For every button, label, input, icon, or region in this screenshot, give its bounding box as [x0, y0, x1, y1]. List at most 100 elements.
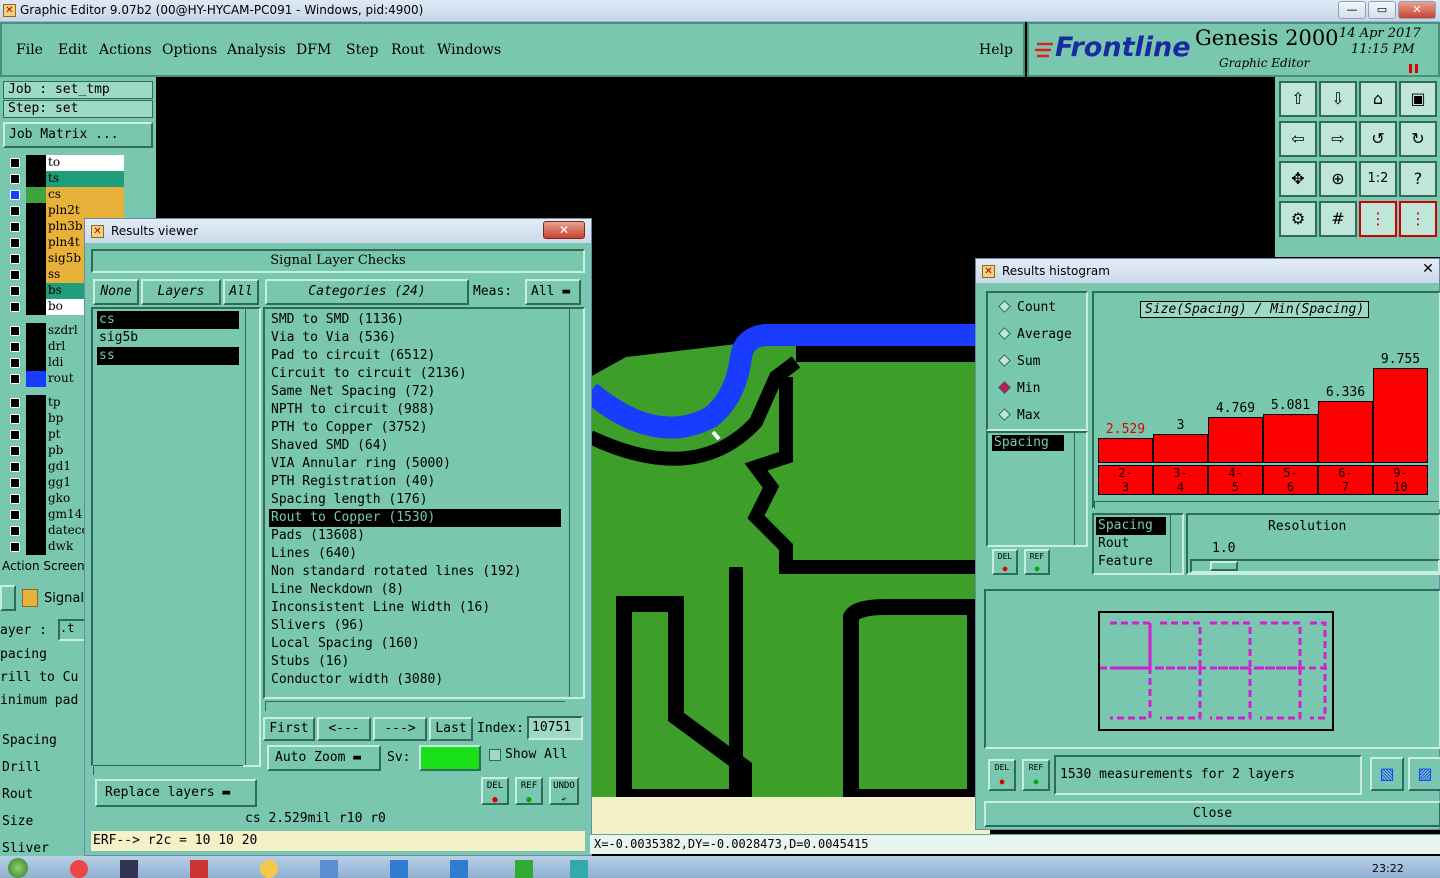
- settings-icon[interactable]: ⚙: [1279, 201, 1317, 237]
- menu-actions[interactable]: Actions: [99, 42, 152, 58]
- measure-listbox[interactable]: Spacing: [986, 431, 1088, 547]
- pan-right-icon[interactable]: ⇨: [1319, 121, 1357, 157]
- app-task-icon[interactable]: [190, 860, 208, 878]
- category-item[interactable]: Pad to circuit (6512): [269, 347, 561, 365]
- layer-color-swatch[interactable]: [26, 459, 46, 475]
- del-button[interactable]: DEL ●: [481, 777, 509, 805]
- layer-checkbox[interactable]: [10, 494, 20, 504]
- action-item-min-pad[interactable]: inimum pad: [0, 693, 78, 708]
- category-item[interactable]: PTH Registration (40): [269, 473, 561, 491]
- check-sliver[interactable]: Sliver: [2, 841, 49, 856]
- histogram-bar[interactable]: [1208, 417, 1263, 463]
- category-item[interactable]: VIA Annular ring (5000): [269, 455, 561, 473]
- layer-color-swatch[interactable]: [26, 171, 46, 187]
- histogram-bar[interactable]: [1153, 434, 1208, 463]
- radio-diamond-icon[interactable]: [998, 354, 1011, 367]
- replace-layers-dropdown[interactable]: Replace layers ▬: [95, 779, 257, 807]
- layer-color-swatch[interactable]: [26, 539, 46, 555]
- layer-color-swatch[interactable]: [26, 507, 46, 523]
- fit-icon[interactable]: ✥: [1279, 161, 1317, 197]
- category-item[interactable]: Circuit to circuit (2136): [269, 365, 561, 383]
- layer-checkbox[interactable]: [10, 374, 20, 384]
- rv-layer-item[interactable]: cs: [97, 311, 239, 329]
- attribute-listbox[interactable]: Spacing Rout Feature: [1092, 513, 1184, 575]
- measure-list-item[interactable]: Spacing: [992, 435, 1064, 451]
- layer-color-swatch[interactable]: [26, 475, 46, 491]
- zoom-down-icon[interactable]: ⇩: [1319, 81, 1357, 117]
- histogram-bin[interactable]: 3- 4: [1153, 465, 1208, 495]
- layer-checkbox[interactable]: [10, 510, 20, 520]
- layers-button[interactable]: Layers: [141, 279, 221, 305]
- check-spacing[interactable]: Spacing: [2, 733, 57, 748]
- category-item[interactable]: Same Net Spacing (72): [269, 383, 561, 401]
- histogram-bin[interactable]: 2- 3: [1098, 465, 1153, 495]
- categories-scrollbar[interactable]: [569, 309, 583, 697]
- prev-button[interactable]: <---: [317, 717, 371, 741]
- layer-name[interactable]: cs: [46, 187, 124, 203]
- histogram-bar[interactable]: [1263, 414, 1318, 463]
- layer-color-swatch[interactable]: [26, 283, 46, 299]
- layer-checkbox[interactable]: [10, 238, 20, 248]
- category-item[interactable]: Via to Via (536): [269, 329, 561, 347]
- histogram-close-icon[interactable]: ✕: [1416, 261, 1440, 279]
- ref-button[interactable]: REF ●: [515, 777, 543, 805]
- layer-color-swatch[interactable]: [26, 371, 46, 387]
- resolution-slider-thumb[interactable]: [1210, 561, 1238, 571]
- undo-button[interactable]: UNDO ↶: [549, 777, 579, 805]
- mode-radio-average[interactable]: Average: [996, 324, 1072, 346]
- layers-scrollbar[interactable]: [245, 309, 259, 765]
- attribute-item[interactable]: Spacing: [1096, 517, 1166, 535]
- menu-options[interactable]: Options: [162, 42, 217, 58]
- layer-checkbox[interactable]: [10, 222, 20, 232]
- histogram-bin[interactable]: 6- 7: [1318, 465, 1373, 495]
- last-button[interactable]: Last: [429, 717, 473, 741]
- layer-row-cs[interactable]: cs: [6, 187, 124, 203]
- category-item[interactable]: Lines (640): [269, 545, 561, 563]
- histogram-bar[interactable]: [1318, 401, 1373, 463]
- histogram-hscrollbar[interactable]: [1094, 501, 1439, 509]
- auto-zoom-dropdown[interactable]: Auto Zoom ▬: [267, 745, 381, 771]
- layer-color-swatch[interactable]: [26, 203, 46, 219]
- layer-color-swatch[interactable]: [26, 251, 46, 267]
- histogram-bin[interactable]: 4- 5: [1208, 465, 1263, 495]
- layer-checkbox[interactable]: [10, 542, 20, 552]
- mode-radio-count[interactable]: Count: [996, 297, 1056, 319]
- zoom-home-icon[interactable]: ⇧: [1279, 81, 1317, 117]
- layer-checkbox[interactable]: [10, 174, 20, 184]
- bottom-del-button[interactable]: DEL ●: [988, 759, 1016, 791]
- category-item[interactable]: Rout to Copper (1530): [269, 509, 561, 527]
- layer-checkbox[interactable]: [10, 478, 20, 488]
- job-matrix-button[interactable]: Job Matrix ...: [3, 122, 153, 148]
- check-drill[interactable]: Drill: [2, 760, 41, 775]
- category-item[interactable]: Line Neckdown (8): [269, 581, 561, 599]
- grid-icon[interactable]: #: [1319, 201, 1357, 237]
- categories-hscrollbar[interactable]: [265, 701, 565, 711]
- layer-color-swatch[interactable]: [26, 155, 46, 171]
- frontline-task-icon[interactable]: [390, 860, 408, 878]
- help-icon[interactable]: ?: [1399, 161, 1437, 197]
- menu-step[interactable]: Step: [346, 42, 378, 58]
- center-icon[interactable]: ⊕: [1319, 161, 1357, 197]
- action-item-drill[interactable]: rill to Cu: [0, 670, 78, 685]
- layer-color-swatch[interactable]: [26, 299, 46, 315]
- layers-hscrollbar[interactable]: [93, 765, 243, 775]
- menu-edit[interactable]: Edit: [58, 42, 87, 58]
- category-item[interactable]: Slivers (96): [269, 617, 561, 635]
- layer-checkbox[interactable]: [10, 254, 20, 264]
- layer-color-swatch[interactable]: [26, 395, 46, 411]
- category-item[interactable]: Stubs (16): [269, 653, 561, 671]
- layer-checkbox[interactable]: [10, 398, 20, 408]
- document-icon[interactable]: [320, 860, 338, 878]
- layer-row-pln2t[interactable]: pln2t: [6, 203, 124, 219]
- layer-color-swatch[interactable]: [26, 443, 46, 459]
- layer-checkbox[interactable]: [10, 414, 20, 424]
- layer-checkbox[interactable]: [10, 270, 20, 280]
- layer-checkbox[interactable]: [10, 526, 20, 536]
- menu-analysis[interactable]: Analysis: [227, 42, 286, 58]
- mode-radio-sum[interactable]: Sum: [996, 351, 1040, 373]
- layer-color-swatch[interactable]: [26, 411, 46, 427]
- layer-checkbox[interactable]: [10, 286, 20, 296]
- scale-1to2-icon[interactable]: 1:2: [1359, 161, 1397, 197]
- layer-color-swatch[interactable]: [26, 427, 46, 443]
- mirror-icon[interactable]: ↺: [1359, 121, 1397, 157]
